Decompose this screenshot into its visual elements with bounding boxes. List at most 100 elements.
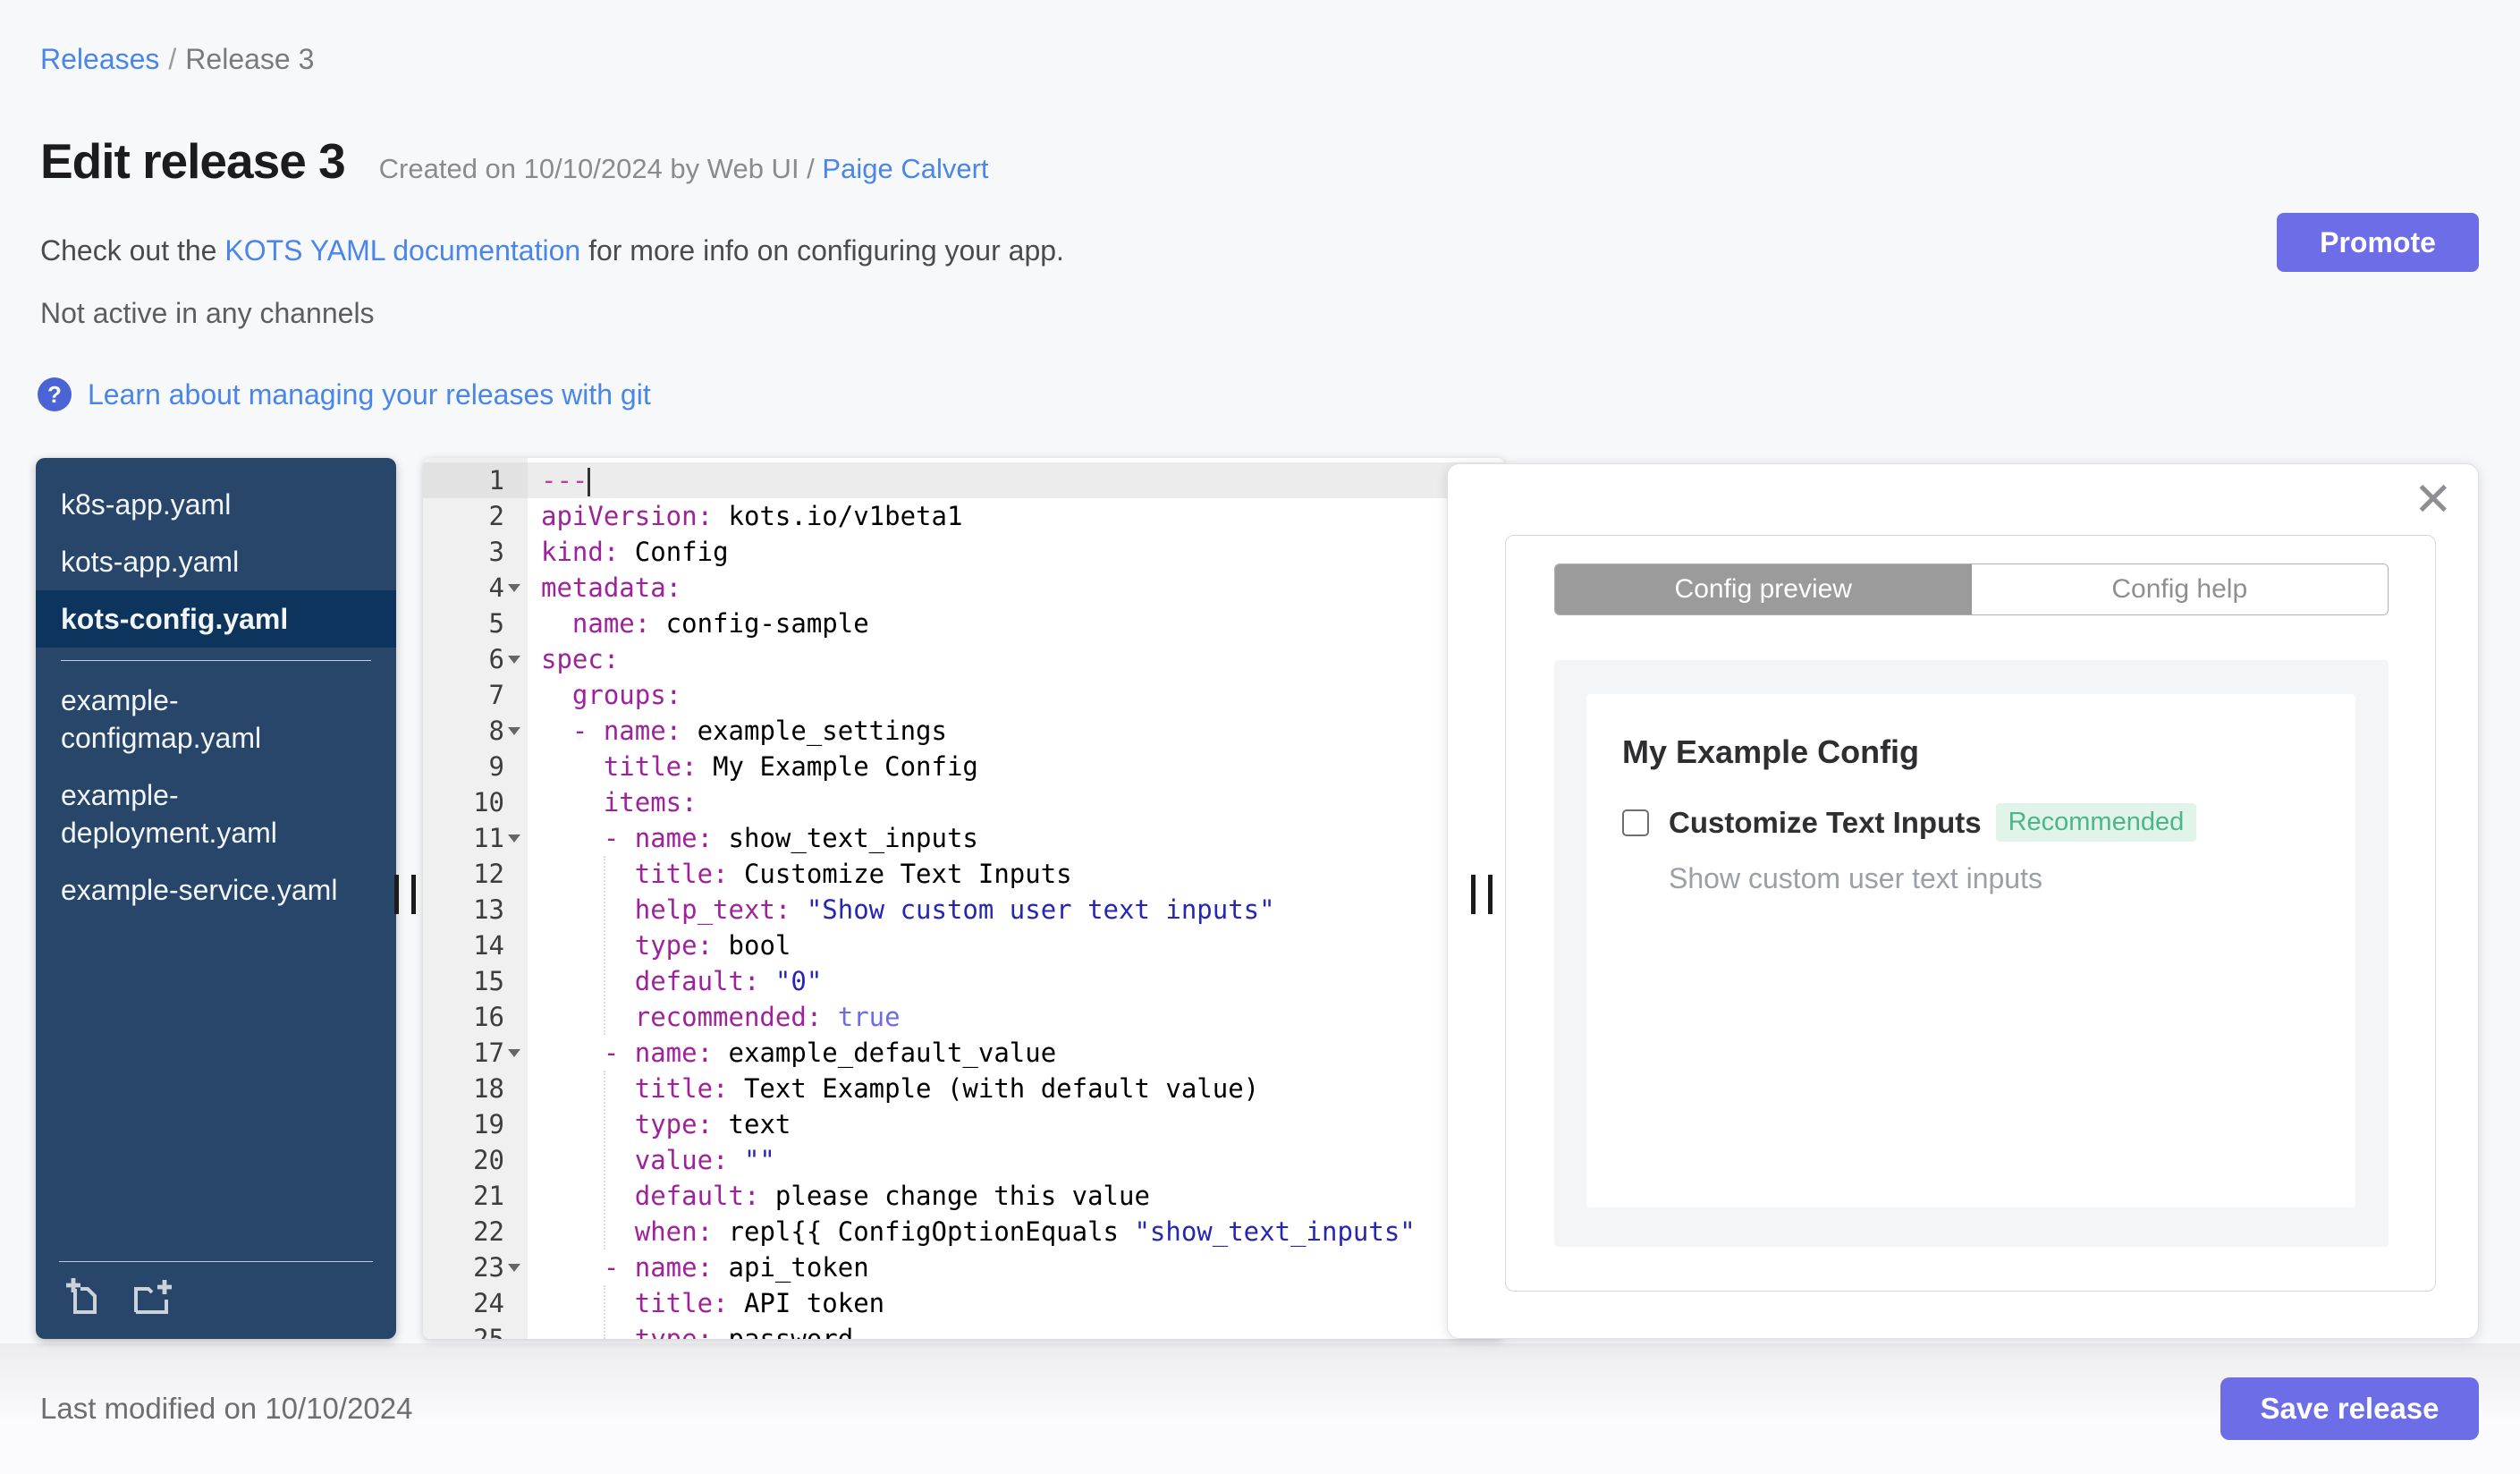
code-text[interactable]: items: [528,784,1504,820]
editor-resize-handle[interactable] [1471,875,1493,914]
sidebar-resize-handle[interactable] [394,875,416,914]
line-number: 13 [473,894,504,925]
code-text[interactable]: spec: [528,641,1504,677]
code-text[interactable]: recommended: true [528,999,1504,1035]
gutter-cell: 17 [423,1035,528,1071]
code-text[interactable]: type: text [528,1106,1504,1142]
customize-text-inputs-checkbox[interactable] [1622,809,1649,836]
line-number: 24 [473,1288,504,1318]
code-line-17[interactable]: 17 - name: example_default_value [423,1035,1504,1071]
new-folder-icon[interactable] [131,1276,173,1319]
sidebar-file-k8s-app-yaml[interactable]: k8s-app.yaml [36,476,396,533]
code-text[interactable]: default: please change this value [528,1178,1504,1214]
code-line-22[interactable]: 22 when: repl{{ ConfigOptionEquals "show… [423,1214,1504,1250]
code-line-25[interactable]: 25 type: password [423,1321,1504,1339]
code-text[interactable]: default: "0" [528,963,1504,999]
code-text[interactable]: title: My Example Config [528,749,1504,784]
line-number: 15 [473,966,504,996]
sidebar-file-kots-app-yaml[interactable]: kots-app.yaml [36,533,396,590]
sidebar-file-example-configmap-yaml[interactable]: example-configmap.yaml [36,672,396,767]
code-text[interactable]: help_text: "Show custom user text inputs… [528,892,1504,928]
code-line-24[interactable]: 24 title: API token [423,1285,1504,1321]
breadcrumb-releases-link[interactable]: Releases [40,43,159,75]
line-number: 23 [473,1252,504,1283]
fold-chevron-down-icon[interactable] [504,713,524,749]
doc-line: Check out the KOTS YAML documentation fo… [40,234,1064,267]
code-text[interactable]: - name: example_settings [528,713,1504,749]
code-text[interactable]: type: password [528,1321,1504,1339]
code-line-6[interactable]: 6 spec: [423,641,1504,677]
line-number: 1 [488,465,504,496]
code-line-21[interactable]: 21 default: please change this value [423,1178,1504,1214]
code-text[interactable]: - name: api_token [528,1250,1504,1285]
config-preview-card: My Example Config Customize Text Inputs … [1586,694,2355,1207]
new-file-icon[interactable] [63,1276,106,1319]
code-line-5[interactable]: 5 name: config-sample [423,606,1504,641]
code-text[interactable]: --- [528,462,1504,498]
code-line-4[interactable]: 4 metadata: [423,570,1504,606]
line-number: 7 [488,680,504,710]
line-number: 22 [473,1216,504,1247]
code-line-12[interactable]: 12 title: Customize Text Inputs [423,856,1504,892]
created-author-link[interactable]: Paige Calvert [822,153,988,184]
code-text[interactable]: apiVersion: kots.io/v1beta1 [528,498,1504,534]
line-number: 17 [473,1038,504,1068]
code-text[interactable]: groups: [528,677,1504,713]
sidebar-file-example-service-yaml[interactable]: example-service.yaml [36,861,396,919]
fold-chevron-down-icon[interactable] [504,820,524,856]
code-text[interactable]: title: Customize Text Inputs [528,856,1504,892]
code-text[interactable]: name: config-sample [528,606,1504,641]
fold-chevron-down-icon[interactable] [504,1250,524,1285]
sidebar-file-example-deployment-yaml[interactable]: example-deployment.yaml [36,767,396,861]
code-line-16[interactable]: 16 recommended: true [423,999,1504,1035]
code-text[interactable]: value: "" [528,1142,1504,1178]
code-line-10[interactable]: 10 items: [423,784,1504,820]
gutter-cell: 15 [423,963,528,999]
code-text[interactable]: kind: Config [528,534,1504,570]
fold-chevron-down-icon[interactable] [504,1035,524,1071]
tab-config-help[interactable]: Config help [1971,564,2388,614]
created-info: Created on 10/10/2024 by Web UI / Paige … [379,153,989,185]
code-line-1[interactable]: 1 --- [423,462,1504,498]
code-line-19[interactable]: 19 type: text [423,1106,1504,1142]
gutter-cell: 8 [423,713,528,749]
breadcrumb: Releases / Release 3 [40,43,314,76]
code-text[interactable]: type: bool [528,928,1504,963]
promote-button[interactable]: Promote [2277,213,2479,272]
gutter-cell: 2 [423,498,528,534]
gutter-cell: 16 [423,999,528,1035]
config-group-title: My Example Config [1622,733,1920,770]
yaml-editor[interactable]: 1 --- 2 apiVersion: kots.io/v1beta1 3 kind: C… [423,458,1504,1339]
code-line-11[interactable]: 11 - name: show_text_inputs [423,820,1504,856]
code-line-3[interactable]: 3 kind: Config [423,534,1504,570]
save-release-button[interactable]: Save release [2220,1377,2479,1440]
code-text[interactable]: - name: example_default_value [528,1035,1504,1071]
kots-yaml-doc-link[interactable]: KOTS YAML documentation [224,234,580,267]
code-line-2[interactable]: 2 apiVersion: kots.io/v1beta1 [423,498,1504,534]
code-line-23[interactable]: 23 - name: api_token [423,1250,1504,1285]
fold-chevron-down-icon[interactable] [504,570,524,606]
code-line-18[interactable]: 18 title: Text Example (with default val… [423,1071,1504,1106]
sidebar-file-kots-config-yaml[interactable]: kots-config.yaml [36,590,396,648]
code-text[interactable]: - name: show_text_inputs [528,820,1504,856]
code-line-15[interactable]: 15 default: "0" [423,963,1504,999]
line-number: 4 [488,572,504,603]
gutter-cell: 3 [423,534,528,570]
code-line-7[interactable]: 7 groups: [423,677,1504,713]
fold-chevron-down-icon[interactable] [504,641,524,677]
code-text[interactable]: title: Text Example (with default value) [528,1071,1504,1106]
gutter-cell: 13 [423,892,528,928]
code-line-20[interactable]: 20 value: "" [423,1142,1504,1178]
code-line-13[interactable]: 13 help_text: "Show custom user text inp… [423,892,1504,928]
config-item-row: Customize Text Inputs Recommended [1622,803,2197,842]
code-text[interactable]: title: API token [528,1285,1504,1321]
close-icon[interactable]: ✕ [2414,477,2453,523]
tab-config-preview[interactable]: Config preview [1555,564,1972,614]
code-text[interactable]: when: repl{{ ConfigOptionEquals "show_te… [528,1214,1504,1250]
git-docs-link[interactable]: Learn about managing your releases with … [88,378,651,411]
code-text[interactable]: metadata: [528,570,1504,606]
code-line-9[interactable]: 9 title: My Example Config [423,749,1504,784]
code-line-14[interactable]: 14 type: bool [423,928,1504,963]
code-line-8[interactable]: 8 - name: example_settings [423,713,1504,749]
gutter-cell: 21 [423,1178,528,1214]
